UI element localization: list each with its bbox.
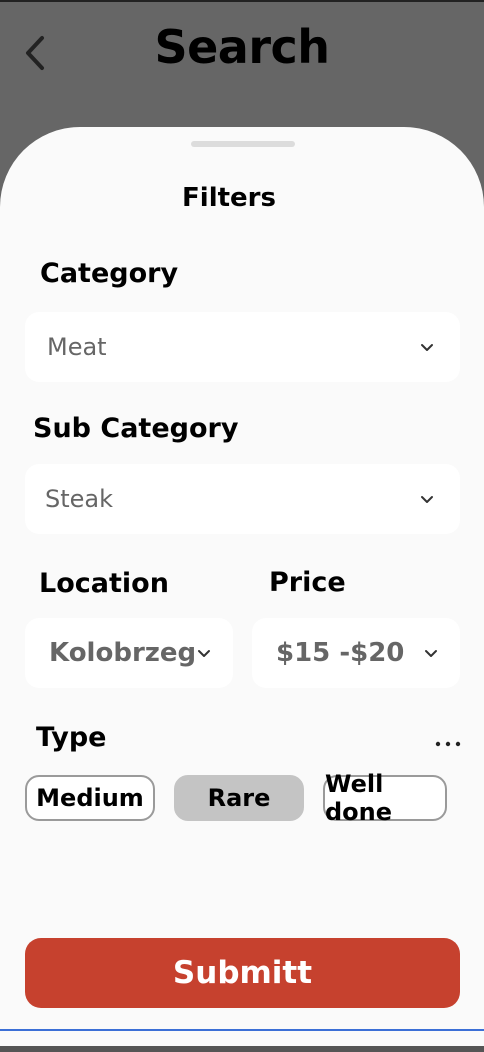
top-bar: Search	[0, 0, 484, 130]
chevron-down-icon	[420, 343, 434, 352]
type-chip-rare[interactable]: Rare	[174, 775, 304, 821]
type-label: Type	[36, 722, 107, 753]
price-value: $15 -$20	[276, 638, 405, 668]
page-title: Search	[154, 20, 330, 74]
location-value: Kolobrzeg	[49, 638, 197, 668]
filters-title: Filters	[182, 183, 276, 213]
location-label: Location	[39, 568, 169, 599]
type-chip-medium[interactable]: Medium	[25, 775, 155, 821]
more-horizontal-icon	[435, 732, 461, 751]
more-options-button[interactable]	[434, 727, 462, 755]
category-label: Category	[40, 258, 179, 289]
category-value: Meat	[47, 333, 107, 361]
sub-category-label: Sub Category	[33, 413, 239, 444]
price-label: Price	[269, 567, 346, 598]
category-select[interactable]: Meat	[25, 312, 460, 382]
location-select[interactable]: Kolobrzeg	[25, 618, 233, 688]
sub-category-value: Steak	[45, 485, 114, 513]
sub-category-select[interactable]: Steak	[25, 464, 460, 534]
type-chip-well-done[interactable]: Well done	[323, 770, 447, 826]
sheet-drag-handle[interactable]	[191, 141, 295, 147]
chevron-down-icon	[197, 649, 211, 658]
chevron-down-icon	[424, 649, 438, 658]
submit-button[interactable]: Submitt	[25, 938, 460, 1008]
price-select[interactable]: $15 -$20	[252, 618, 460, 688]
filters-sheet: Filters Category Meat Sub Category Steak…	[0, 127, 484, 1030]
bottom-edge	[0, 1046, 484, 1052]
chevron-down-icon	[420, 495, 434, 504]
